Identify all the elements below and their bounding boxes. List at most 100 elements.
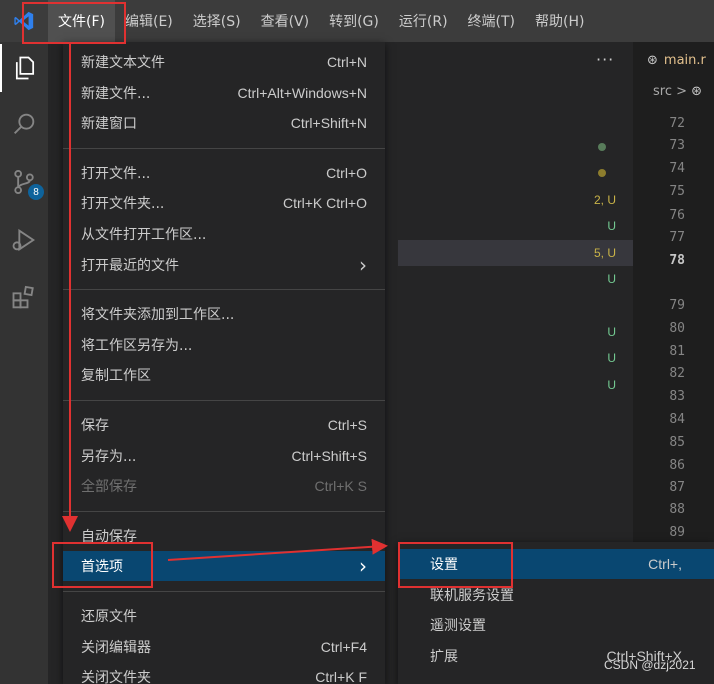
activity-bar: 8	[0, 42, 48, 684]
menu-item-shortcut: Ctrl+F4	[320, 638, 367, 655]
status-dot-icon	[598, 169, 606, 178]
line-number: 78	[669, 253, 685, 268]
menu-item-label: 新建窗口	[81, 116, 137, 133]
line-number: 87	[669, 480, 685, 495]
menu-item-shortcut: Ctrl+K S	[314, 478, 367, 495]
editor-tab[interactable]: ⊛ main.r	[633, 42, 714, 78]
menu-help[interactable]: 帮助(H)	[525, 0, 594, 42]
git-status-text: 2, U	[593, 192, 616, 207]
menu-item-label: 将工作区另存为...	[81, 337, 193, 354]
file-menu-item[interactable]: 将文件夹添加到工作区...	[63, 299, 385, 329]
menu-item-label: 全部保存	[81, 479, 137, 496]
git-status-text: U	[607, 324, 616, 339]
file-menu-item[interactable]: 还原文件	[63, 601, 385, 631]
git-status-indicator: 5, U	[568, 240, 624, 266]
menu-separator	[63, 289, 385, 291]
line-number: 81	[669, 344, 685, 359]
menu-separator	[63, 400, 385, 401]
more-actions-icon[interactable]: ···	[596, 50, 614, 69]
menu-item-label: 将文件夹添加到工作区...	[81, 307, 235, 324]
menu-separator	[63, 591, 385, 592]
line-number: 74	[669, 161, 685, 176]
file-menu-item[interactable]: 另存为... Ctrl+Shift+S	[63, 441, 385, 471]
git-status-indicator	[568, 292, 624, 318]
chevron-right-icon: ›	[359, 554, 367, 579]
git-status-text: U	[607, 377, 616, 392]
menu-item-label: 另存为...	[81, 448, 137, 465]
git-status-indicator: U	[568, 345, 624, 371]
source-control-icon[interactable]: 8	[0, 158, 48, 206]
file-menu-item[interactable]: 新建窗口 Ctrl+Shift+N	[63, 108, 385, 138]
git-status-indicator: U	[568, 213, 624, 239]
line-number: 88	[669, 502, 685, 517]
file-icon: ⊛	[691, 84, 703, 99]
line-number: 84	[669, 412, 685, 427]
line-number: 75	[669, 184, 685, 199]
file-menu-item[interactable]: 从文件打开工作区...	[63, 219, 385, 249]
git-status-indicator: 2, U	[568, 187, 624, 213]
file-menu-item[interactable]: 打开文件夹... Ctrl+K Ctrl+O	[63, 188, 385, 218]
annotation-box-preferences	[52, 542, 153, 588]
file-menu-item[interactable]: 新建文本文件 Ctrl+N	[63, 47, 385, 77]
file-menu-item[interactable]: 新建文件... Ctrl+Alt+Windows+N	[63, 78, 385, 108]
menu-item-label: 还原文件	[81, 609, 137, 625]
menu-item-shortcut: Ctrl+Shift+N	[290, 115, 367, 132]
file-icon: ⊛	[647, 52, 658, 68]
breadcrumb[interactable]: src > ⊛	[653, 84, 702, 99]
line-number: 83	[669, 389, 685, 404]
menu-item-label: 新建文件...	[81, 85, 151, 102]
menu-item-label: 打开文件...	[81, 165, 151, 182]
menu-run[interactable]: 运行(R)	[389, 0, 458, 42]
menu-item-label: 复制工作区	[81, 368, 151, 385]
annotation-box-file-menu	[22, 2, 126, 44]
menu-separator	[63, 510, 385, 512]
file-menu-item[interactable]: 打开最近的文件 ›	[63, 250, 385, 280]
git-status-indicator	[568, 134, 624, 160]
git-status-text: U	[607, 219, 616, 234]
menu-item-shortcut: Ctrl+,	[648, 556, 682, 572]
file-menu-item[interactable]: 关闭编辑器 Ctrl+F4	[63, 632, 385, 662]
preferences-menu-item[interactable]: 遥测设置	[398, 610, 714, 640]
menu-item-shortcut: Ctrl+K Ctrl+O	[282, 195, 367, 212]
menu-terminal[interactable]: 终端(T)	[458, 0, 525, 42]
line-number: 82	[669, 366, 685, 381]
line-number: 72	[669, 116, 685, 131]
git-status-indicator: U	[568, 266, 624, 292]
scm-badge: 8	[28, 184, 44, 200]
menu-item-label: 遥测设置	[430, 618, 486, 634]
status-dot-icon	[598, 143, 606, 151]
menu-item-label: 打开最近的文件	[81, 257, 179, 274]
menu-item-shortcut: Ctrl+O	[326, 164, 367, 181]
line-number: 85	[669, 435, 685, 450]
file-menu-item[interactable]: 保存 Ctrl+S	[63, 410, 385, 440]
file-menu-item[interactable]: 关闭文件夹 Ctrl+K F	[63, 662, 385, 684]
file-menu-item: 全部保存 Ctrl+K S	[63, 471, 385, 501]
tab-label: main.r	[663, 52, 706, 68]
line-number: 80	[669, 321, 685, 336]
line-number: 89	[669, 525, 685, 540]
menu-go[interactable]: 转到(G)	[319, 0, 389, 42]
line-number: 76	[669, 208, 685, 223]
menu-item-shortcut: Ctrl+S	[327, 417, 367, 433]
extensions-icon[interactable]	[0, 274, 48, 322]
line-number: 86	[669, 458, 685, 473]
explorer-icon[interactable]	[0, 44, 48, 92]
run-debug-icon[interactable]	[0, 216, 48, 264]
chevron-right-icon: ›	[359, 252, 367, 277]
menu-item-shortcut: Ctrl+Shift+S	[291, 447, 367, 464]
search-icon[interactable]	[0, 100, 48, 148]
menu-item-label: 扩展	[430, 648, 458, 665]
file-menu-item[interactable]: 复制工作区	[63, 360, 385, 390]
menu-item-shortcut: Ctrl+N	[326, 54, 367, 70]
menu-selection[interactable]: 选择(S)	[183, 0, 251, 42]
git-status-indicator: U	[568, 319, 624, 345]
git-status-text: U	[607, 272, 616, 286]
line-number: 77	[669, 230, 685, 245]
menu-view[interactable]: 查看(V)	[251, 0, 320, 42]
git-status-text: U	[607, 351, 616, 366]
git-status-indicator	[568, 160, 624, 186]
file-menu-item[interactable]: 将工作区另存为...	[63, 330, 385, 360]
file-menu-item[interactable]: 打开文件... Ctrl+O	[63, 158, 385, 188]
menu-separator	[63, 147, 385, 149]
annotation-box-settings	[398, 542, 513, 588]
